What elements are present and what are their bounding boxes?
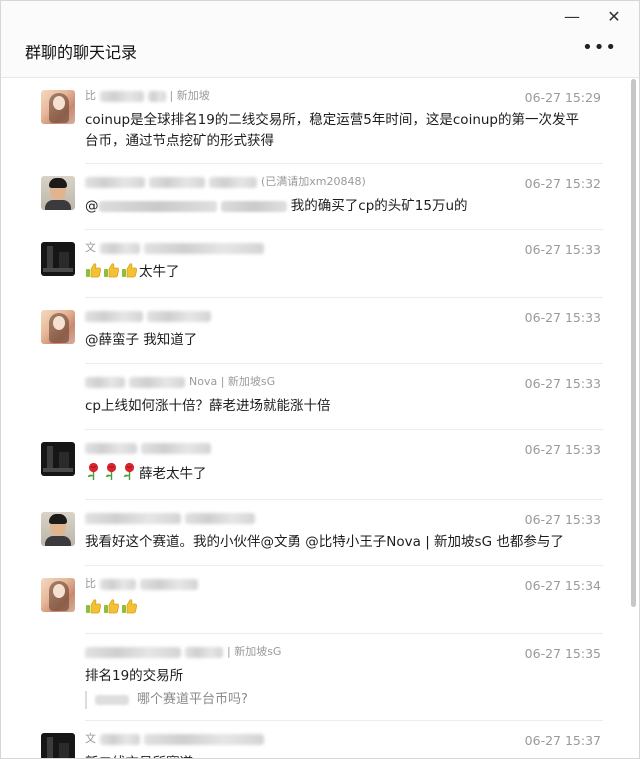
redacted-name [99,733,140,745]
redacted-name [99,242,140,254]
quoted-message[interactable]: 哪个赛道平台币吗? [85,691,627,709]
avatar[interactable] [41,578,75,612]
sender-name: 文 [85,240,268,256]
message-timestamp: 06-27 15:33 [524,242,601,257]
avatar[interactable] [41,90,75,124]
redacted-name [139,578,198,590]
redacted-mention [220,200,287,212]
redacted-mention [98,200,217,212]
sender-name-visible: 比 [85,577,96,590]
sender-name-visible: 比 [85,89,96,102]
message-item: 06-27 15:33 我看好这个赛道。我的小伙伴@文勇 @比特小王子Nova |… [1,500,627,566]
message-timestamp: 06-27 15:35 [524,646,601,661]
message-body: cp上线如何涨十倍？薛老进场就能涨十倍 [85,398,331,414]
message-body: 排名19的交易所 [85,668,184,684]
message-timestamp: 06-27 15:32 [524,176,601,191]
avatar[interactable] [41,242,75,276]
message-body: coinup是全球排名19的二线交易所，稳定运营5年时间，这是coinup的第一… [85,112,579,149]
redacted-name [141,442,211,454]
more-options-icon[interactable]: ••• [582,37,617,58]
quoted-text: 哪个赛道平台币吗? [137,692,248,707]
message-body: @薛蛮子 我知道了 [85,332,198,348]
redacted-name [143,242,264,254]
rose-icon [103,462,120,488]
redacted-name [85,310,143,322]
message-item: 06-27 15:33 薛老太牛了 [1,430,627,500]
title-bar: — ✕ 群聊的聊天记录 ••• [1,1,639,78]
message-body: 我看好这个赛道。我的小伙伴@文勇 @比特小王子Nova | 新加坡sG 也都参与… [85,534,564,550]
sender-name [85,440,215,456]
redacted-name [85,646,181,658]
avatar[interactable] [41,310,75,344]
sender-name [85,308,215,324]
redacted-name [85,512,181,524]
sender-name [85,510,259,526]
message-body: 我的确买了cp的头矿15万u的 [290,198,468,214]
redacted-name [149,176,205,188]
sender-name-suffix: | 新加坡sG [227,645,282,658]
message-body: 太牛了 [139,264,180,280]
sender-name: 文 [85,731,268,747]
thumbs-up-icon [103,262,120,286]
window-title: 群聊的聊天记录 [25,43,138,62]
thumbs-up-icon [85,262,102,286]
avatar[interactable] [41,442,75,476]
redacted-name [129,376,185,388]
message-item: 06-27 15:33 @薛蛮子 我知道了 [1,298,627,364]
thumbs-up-icon [121,598,138,622]
message-body: 新二线交易所赛道 [85,755,193,758]
redacted-name [185,646,223,658]
thumbs-up-icon [121,262,138,286]
sender-name-suffix: (已满请加xm20848) [261,175,366,188]
redacted-name [85,376,125,388]
message-item: 文 06-27 15:33 太牛了 [1,230,627,298]
redacted-name [99,578,136,590]
sender-name: 比 [85,576,202,592]
redacted-name [85,176,145,188]
avatar[interactable] [41,512,75,546]
sender-name-suffix: | 新加坡 [169,89,210,102]
message-item: (已满请加xm20848) 06-27 15:32 @ 我的确买了cp的头矿15万u… [1,164,627,230]
redacted-name [209,176,257,188]
message-body: 薛老太牛了 [139,466,207,482]
redacted-name [99,90,144,102]
message-timestamp: 06-27 15:33 [524,310,601,325]
sender-name: | 新加坡sG [85,644,281,660]
message-timestamp: 06-27 15:34 [524,578,601,593]
sender-name: Nova | 新加坡sG [85,374,275,390]
thumbs-up-icon [85,598,102,622]
chat-history-window: — ✕ 群聊的聊天记录 ••• 比 | 新加坡 06-27 15:29 coinup… [0,0,640,759]
message-list[interactable]: 比 | 新加坡 06-27 15:29 coinup是全球排名19的二线交易所，稳定… [1,78,627,758]
scrollbar-thumb[interactable] [631,79,636,607]
avatar[interactable] [41,176,75,210]
message-item: | 新加坡sG 06-27 15:35 排名19的交易所哪个赛道平台币吗? [1,634,627,721]
message-timestamp: 06-27 15:33 [524,512,601,527]
message-item: 文 06-27 15:37 新二线交易所赛道 [1,721,627,758]
mention[interactable]: @ [85,198,99,214]
avatar[interactable] [41,733,75,758]
rose-icon [121,462,138,488]
thumbs-up-icon [103,598,120,622]
message-item: Nova | 新加坡sG 06-27 15:33 cp上线如何涨十倍？薛老进场就能涨… [1,364,627,430]
close-icon[interactable]: ✕ [603,7,625,26]
message-item: 比 06-27 15:34 [1,566,627,634]
message-timestamp: 06-27 15:33 [524,442,601,457]
sender-name: (已满请加xm20848) [85,174,366,190]
sender-name-suffix: Nova | 新加坡sG [189,375,276,388]
redacted-name [147,90,166,102]
redacted-name [143,733,264,745]
message-item: 比 | 新加坡 06-27 15:29 coinup是全球排名19的二线交易所，稳定… [1,78,627,164]
sender-name-visible: 文 [85,241,96,254]
message-timestamp: 06-27 15:37 [524,733,601,748]
message-timestamp: 06-27 15:29 [524,90,601,105]
redacted-name [185,512,255,524]
rose-icon [85,462,102,488]
redacted-name [147,310,211,322]
minimize-icon[interactable]: — [561,7,583,26]
redacted-quote-author [95,694,129,705]
sender-name: 比 | 新加坡 [85,88,210,104]
redacted-name [85,442,137,454]
sender-name-visible: 文 [85,732,96,745]
message-timestamp: 06-27 15:33 [524,376,601,391]
